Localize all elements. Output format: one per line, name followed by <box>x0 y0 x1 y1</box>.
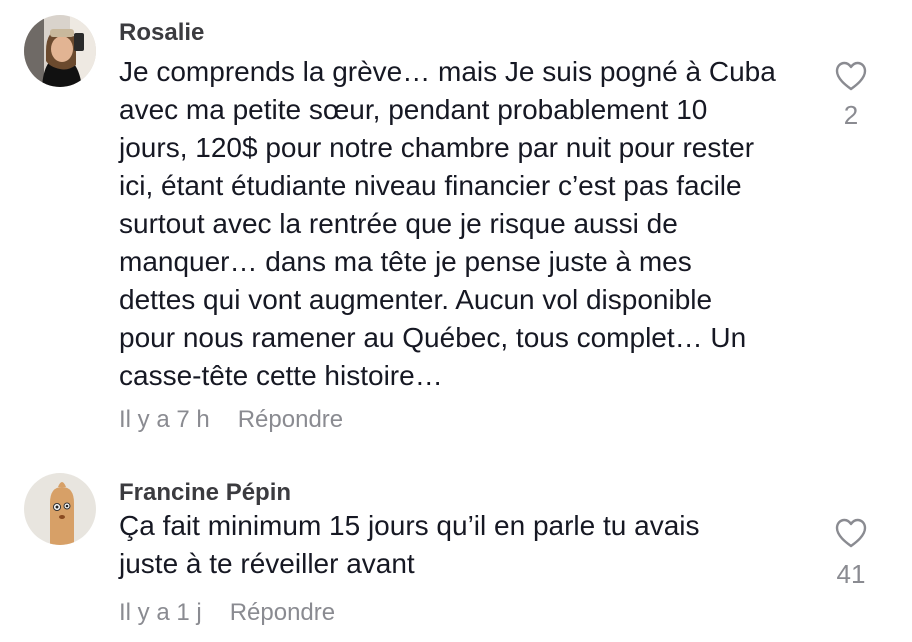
reply-button[interactable]: Répondre <box>230 599 335 626</box>
reply-button[interactable]: Répondre <box>238 406 343 433</box>
like-count: 41 <box>836 559 866 589</box>
like-count: 2 <box>843 100 859 130</box>
comment-item: Francine Pépin Ça fait minimum 15 jours … <box>0 460 912 642</box>
avatar[interactable] <box>24 15 96 87</box>
comment-timestamp: Il y a 1 j <box>119 599 202 626</box>
comment-meta: Il y a 1 j Répondre <box>119 599 335 627</box>
heart-outline-icon[interactable] <box>834 517 868 549</box>
comment-username[interactable]: Francine Pépin <box>119 479 291 507</box>
comment-meta: Il y a 7 h Répondre <box>119 406 343 434</box>
comment-item: Rosalie Je comprends la grève… mais Je s… <box>0 0 912 450</box>
comment-username[interactable]: Rosalie <box>119 19 204 47</box>
avatar[interactable] <box>24 473 96 545</box>
comment-timestamp: Il y a 7 h <box>119 406 210 433</box>
comment-text: Ça fait minimum 15 jours qu’il en parle … <box>119 510 700 579</box>
comment-text: Je comprends la grève… mais Je suis pogn… <box>119 56 776 391</box>
heart-outline-icon[interactable] <box>834 60 868 92</box>
